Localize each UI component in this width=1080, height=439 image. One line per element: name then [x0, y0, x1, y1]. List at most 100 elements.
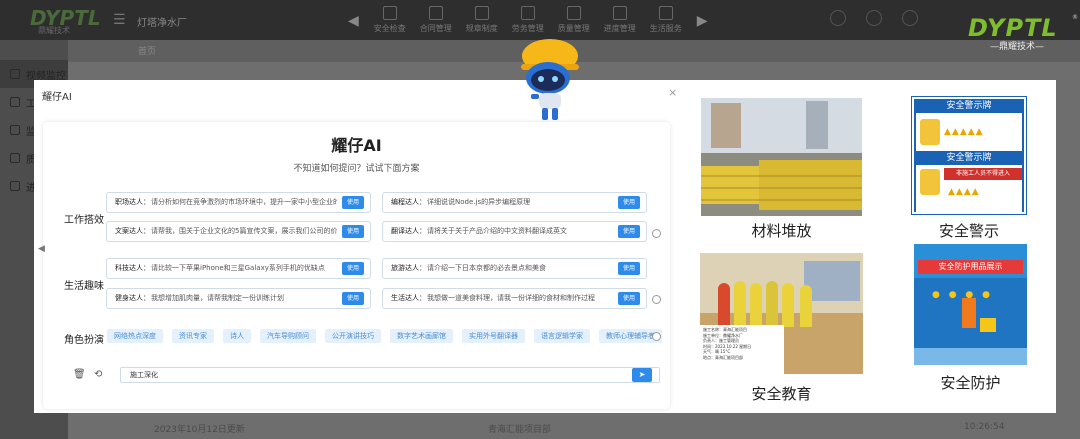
- app-topbar: DYPTL 鼎耀技术 ☰ 灯塔净水厂 ◀ 安全检查 合同管理 规章制度 劳务管理…: [0, 0, 1080, 40]
- nav-prev-icon[interactable]: ◀: [348, 13, 359, 29]
- nav-item-icon: [520, 6, 535, 20]
- tip-text: 请介绍一下日本京都的必去景点和美食: [427, 264, 546, 272]
- tip-text: 请将关于关于产品介绍的中文资料翻译成英文: [427, 227, 567, 235]
- tab-home[interactable]: 首页: [138, 44, 156, 57]
- tip-card[interactable]: 科技达人： 请比较一下苹果iPhone和三星Galaxy系列手机的优缺点 使用: [106, 258, 371, 279]
- send-button[interactable]: ➤: [632, 368, 652, 382]
- caption-warning: 安全警示: [938, 222, 999, 240]
- role-chip[interactable]: 汽车导购顾问: [260, 329, 316, 343]
- tip-text: 请帮我，围关于企业文化的5篇宣传文案，展示我们公司的价值观...: [151, 227, 337, 235]
- tip-card[interactable]: 文案达人： 请帮我，围关于企业文化的5篇宣传文案，展示我们公司的价值观... 使…: [106, 221, 371, 242]
- use-button[interactable]: 使用: [618, 225, 640, 238]
- video-icon: [10, 69, 20, 79]
- tip-label: 编程达人：: [391, 198, 426, 206]
- nav-item-icon: [382, 6, 397, 20]
- tip-card[interactable]: 旅游达人： 请介绍一下日本京都的必去景点和美食 使用: [382, 258, 647, 279]
- menu-icon[interactable]: ☰: [113, 12, 126, 28]
- app-logo-sub: 鼎耀技术: [38, 26, 70, 35]
- nav-item[interactable]: 生活服务: [643, 6, 689, 34]
- refresh-radio[interactable]: [652, 229, 661, 238]
- nav-item[interactable]: 合同管理: [413, 6, 459, 34]
- footer-time-text: 10:26:54: [964, 422, 1005, 432]
- dialog-title: 耀仔AI: [42, 92, 72, 103]
- role-chip[interactable]: 实用外号翻译器: [462, 329, 525, 343]
- tip-text: 详细说说Node.js的异步编程原理: [427, 198, 531, 206]
- role-chip[interactable]: 诗人: [223, 329, 251, 343]
- use-button[interactable]: 使用: [342, 196, 364, 209]
- tip-label: 健身达人：: [115, 294, 150, 302]
- material-stack-image: [701, 98, 862, 216]
- use-button[interactable]: 使用: [342, 225, 364, 238]
- tip-label: 文案达人：: [115, 227, 150, 235]
- ai-panel: ◀ 耀仔AI 不知道如何提问？试试下面方案 工作搭效 职场达人： 请分析如何在竞…: [38, 122, 671, 409]
- brand-logo: DYPTL —鼎耀技术— ®: [968, 14, 1078, 52]
- ai-heading: 耀仔AI: [331, 136, 382, 155]
- tip-label: 生活达人：: [391, 294, 426, 302]
- group-label-life: 生活趣味: [64, 281, 104, 292]
- use-button[interactable]: 使用: [618, 292, 640, 305]
- collapse-arrow-icon[interactable]: ◀: [38, 244, 45, 254]
- history-icon[interactable]: ⟲: [94, 369, 102, 380]
- chat-input[interactable]: 施工深化: [120, 367, 660, 383]
- use-button[interactable]: 使用: [342, 262, 364, 275]
- role-chip[interactable]: 公开演讲技巧: [325, 329, 381, 343]
- caption-material: 材料堆放: [751, 222, 812, 240]
- top-actions: [830, 10, 918, 26]
- tip-card[interactable]: 健身达人： 我想增加肌肉量，请帮我制定一份训练计划 使用: [106, 288, 371, 309]
- use-button[interactable]: 使用: [342, 292, 364, 305]
- group-label-roles: 角色扮演: [64, 335, 104, 346]
- tip-text: 请分析如何在竞争激烈的市场环境中，提升一家中小型企业的市场...: [151, 198, 337, 206]
- document-icon: [10, 125, 20, 135]
- refresh-radio[interactable]: [652, 332, 661, 341]
- caption-education: 安全教育: [751, 385, 812, 403]
- tip-text: 我想做一道美食料理，请我一份详细的食材和制作过程: [427, 294, 595, 302]
- safety-education-image: 施工名称：青海汇能项目 施工单位：鼎耀净水厂 负责人：施工管理员 时间：2023…: [700, 253, 863, 374]
- role-chip[interactable]: 语言逻辑学家: [534, 329, 590, 343]
- role-chip[interactable]: 网络热点深度: [107, 329, 163, 343]
- notification-icon[interactable]: [902, 10, 918, 26]
- close-icon[interactable]: ×: [668, 86, 677, 99]
- trash-icon[interactable]: 🗑: [73, 369, 86, 380]
- nav-item-icon: [474, 6, 489, 20]
- ai-subheading: 不知道如何提问？试试下面方案: [293, 164, 420, 174]
- refresh-radio[interactable]: [652, 295, 661, 304]
- tip-card[interactable]: 生活达人： 我想做一道美食料理，请我一份详细的食材和制作过程 使用: [382, 288, 647, 309]
- tip-label: 科技达人：: [115, 264, 150, 272]
- truck-icon: [10, 153, 20, 163]
- nav-item-icon: [428, 6, 443, 20]
- use-button[interactable]: 使用: [618, 262, 640, 275]
- safety-protection-image: 安全防护用品展示 ● ● ● ●: [914, 244, 1027, 365]
- warning-sign-image: 安全警示牌 ▲▲▲▲▲ 安全警示牌 非施工人员不得进入 ▲▲▲▲: [911, 96, 1027, 215]
- nav-item[interactable]: 进度管理: [597, 6, 643, 34]
- footer-update-text: 2023年10月12日更新: [154, 425, 245, 435]
- role-chip-list: 网络热点深度 资讯专家 诗人 汽车导购顾问 公开演讲技巧 数字艺术画廊馆 实用外…: [107, 329, 671, 343]
- fullscreen-icon[interactable]: [866, 10, 882, 26]
- nav-item-icon: [612, 6, 627, 20]
- role-chip[interactable]: 数字艺术画廊馆: [390, 329, 453, 343]
- top-nav: ◀ 安全检查 合同管理 规章制度 劳务管理 质量管理 进度管理 生活服务 ▶: [340, 6, 716, 34]
- send-icon: ➤: [638, 370, 646, 379]
- caption-protection: 安全防护: [940, 374, 1001, 392]
- chart-icon: [10, 181, 20, 191]
- nav-item-icon: [658, 6, 673, 20]
- nav-next-icon[interactable]: ▶: [697, 13, 708, 29]
- search-icon[interactable]: [830, 10, 846, 26]
- tip-text: 我想增加肌肉量，请帮我制定一份训练计划: [151, 294, 284, 302]
- nav-item-icon: [566, 6, 581, 20]
- tip-card[interactable]: 编程达人： 详细说说Node.js的异步编程原理 使用: [382, 192, 647, 213]
- mascot-image: [521, 39, 579, 120]
- clock-icon: [10, 97, 20, 107]
- use-button[interactable]: 使用: [618, 196, 640, 209]
- nav-item[interactable]: 质量管理: [551, 6, 597, 34]
- footer-project-text: 青海汇能项目部: [488, 425, 552, 435]
- tip-label: 职场达人：: [115, 198, 150, 206]
- ai-dialog: 耀仔AI × ◀ 耀仔AI 不知道如何提问？试试下面方案 工作搭效 职场达人： …: [34, 80, 684, 413]
- tip-label: 翻译达人：: [391, 227, 426, 235]
- nav-item[interactable]: 劳务管理: [505, 6, 551, 34]
- tip-card[interactable]: 翻译达人： 请将关于关于产品介绍的中文资料翻译成英文 使用: [382, 221, 647, 242]
- nav-item[interactable]: 安全检查: [367, 6, 413, 34]
- nav-item[interactable]: 规章制度: [459, 6, 505, 34]
- role-chip[interactable]: 资讯专家: [172, 329, 214, 343]
- tip-card[interactable]: 职场达人： 请分析如何在竞争激烈的市场环境中，提升一家中小型企业的市场... 使…: [106, 192, 371, 213]
- project-selector[interactable]: 灯塔净水厂: [137, 14, 187, 29]
